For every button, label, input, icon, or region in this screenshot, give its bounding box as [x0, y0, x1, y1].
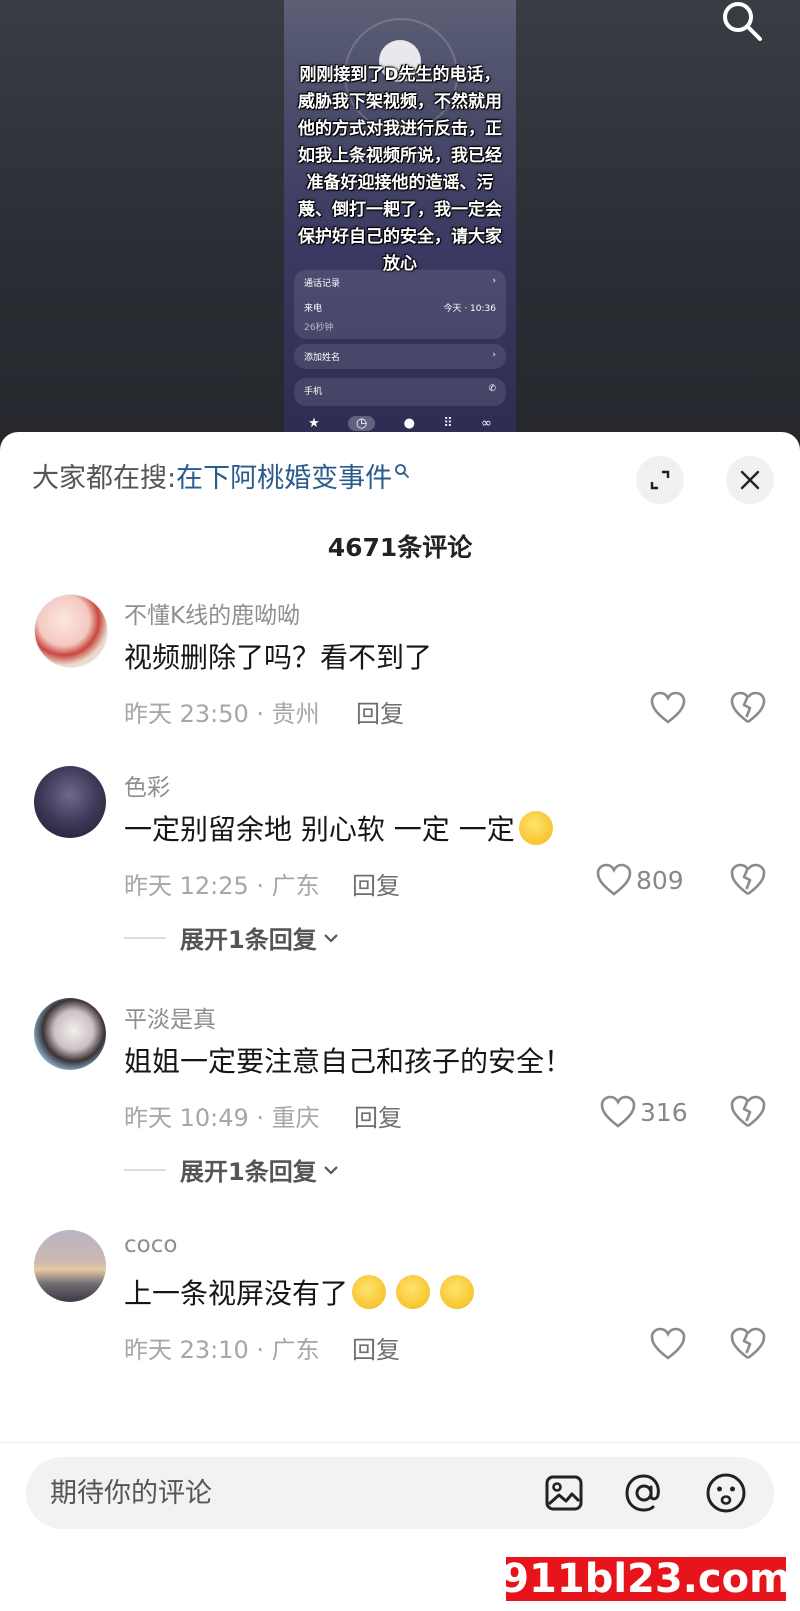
dislike-heart-icon[interactable] — [730, 690, 766, 726]
avatar[interactable] — [34, 1230, 106, 1302]
like-count: 809 — [636, 865, 684, 895]
expand-replies-label: 展开1条回复 — [180, 926, 317, 954]
comment-text: 上一条视屏没有了 — [124, 1272, 475, 1312]
shocked-emoji-icon — [396, 1275, 431, 1309]
video-caption: 刚刚接到了D先生的电话，威胁我下架视频，不然就用他的方式对我进行反击，正如我上条… — [298, 65, 502, 274]
avatar[interactable] — [34, 766, 106, 838]
smile-emoji-icon — [518, 811, 553, 845]
comment-text: 视频删除了吗？看不到了 — [124, 641, 433, 674]
keypad-icon: ⠿ — [443, 415, 453, 431]
reply-button[interactable]: 回复 — [354, 1098, 402, 1133]
trending-search[interactable]: 大家都在搜: 在下阿桃婚变事件 — [32, 456, 410, 495]
comment-username[interactable]: 平淡是真 — [124, 1000, 216, 1034]
like-count: 316 — [640, 1097, 688, 1127]
watermark: 911bl23.com — [501, 1556, 791, 1602]
image-icon[interactable] — [542, 1471, 586, 1515]
at-icon[interactable] — [622, 1471, 666, 1515]
video-frame: 刚刚接到了D先生的电话，威胁我下架视频，不然就用他的方式对我进行反击，正如我上条… — [284, 0, 516, 440]
trending-search-link[interactable]: 在下阿桃婚变事件 — [176, 456, 392, 495]
call-log-card: 通话记录 › 来电 今天 · 10:36 26秒钟 — [294, 270, 506, 339]
search-icon — [395, 463, 410, 478]
comment-meta: 昨天 12:25 · 广东 — [124, 872, 320, 900]
heart-icon — [600, 1095, 636, 1128]
comment-count: 4671条评论 — [327, 533, 473, 562]
like-button[interactable] — [650, 688, 686, 728]
reply-button[interactable]: 回复 — [352, 1330, 400, 1365]
chevron-down-icon — [323, 933, 338, 943]
call-time: 今天 · 10:36 — [443, 304, 496, 314]
comment-meta: 昨天 23:50 · 贵州 — [124, 700, 320, 728]
call-duration: 26秒钟 — [304, 323, 334, 333]
emoji-icon[interactable] — [704, 1471, 748, 1515]
comment-text: 姐姐一定要注意自己和孩子的安全！ — [124, 1045, 573, 1078]
shocked-emoji-icon — [440, 1275, 475, 1309]
call-log-label: 通话记录 — [304, 279, 341, 289]
phone-label: 手机 — [304, 387, 323, 397]
search-icon[interactable] — [718, 0, 766, 48]
comment-meta: 昨天 23:10 · 广东 — [124, 1336, 320, 1364]
close-icon — [740, 470, 760, 490]
dislike-heart-icon[interactable] — [730, 1094, 766, 1130]
voicemail-icon: ∞ — [481, 415, 492, 431]
divider — [124, 936, 166, 939]
close-button[interactable] — [726, 456, 774, 504]
reply-button[interactable]: 回复 — [356, 694, 404, 729]
expand-replies-button[interactable]: 展开1条回复 — [124, 1152, 339, 1187]
chevron-down-icon — [323, 1165, 338, 1175]
star-icon: ★ — [308, 415, 320, 431]
comment-username[interactable]: coco — [124, 1232, 177, 1258]
avatar[interactable] — [34, 594, 108, 668]
comment-sheet: 大家都在搜: 在下阿桃婚变事件 4671条评论 不懂K线的鹿呦呦 视频删除了吗？… — [0, 432, 800, 1610]
dislike-heart-icon[interactable] — [730, 862, 766, 898]
contact-icon: ● — [403, 415, 415, 431]
chevron-right-icon: › — [492, 276, 496, 286]
like-button[interactable]: 809 — [596, 860, 684, 900]
expand-icon — [650, 470, 670, 490]
like-button[interactable]: 316 — [600, 1092, 688, 1132]
comment-text: 一定别留余地 别心软 一定 一定 — [124, 808, 553, 848]
add-name-card: 添加姓名 › — [294, 344, 506, 369]
chevron-right-icon: › — [492, 350, 496, 360]
comment-input-bar: 911bl23.com — [0, 1442, 800, 1611]
divider — [124, 1168, 166, 1171]
heart-icon — [650, 691, 686, 724]
comment-meta: 昨天 10:49 · 重庆 — [124, 1104, 320, 1132]
expand-replies-button[interactable]: 展开1条回复 — [124, 920, 339, 955]
comment-username[interactable]: 色彩 — [124, 768, 170, 802]
trending-search-label: 大家都在搜: — [32, 463, 177, 494]
video-player[interactable]: 刚刚接到了D先生的电话，威胁我下架视频，不然就用他的方式对我进行反击，正如我上条… — [0, 0, 800, 450]
reply-button[interactable]: 回复 — [352, 866, 400, 901]
expand-button[interactable] — [636, 456, 684, 504]
phone-icon: ✆ — [488, 384, 496, 394]
heart-icon — [596, 863, 632, 896]
heart-icon — [650, 1327, 686, 1360]
expand-replies-label: 展开1条回复 — [180, 1158, 317, 1186]
comment-text-content: 上一条视屏没有了 — [124, 1277, 349, 1310]
phone-number-card: 手机 ✆ — [294, 378, 506, 406]
comment-text-content: 一定别留余地 别心软 一定 一定 — [124, 813, 515, 846]
dislike-heart-icon[interactable] — [730, 1326, 766, 1362]
like-button[interactable] — [650, 1324, 686, 1364]
clock-icon: ◷ — [348, 415, 376, 431]
avatar[interactable] — [34, 998, 106, 1070]
add-name-label: 添加姓名 — [304, 353, 341, 363]
shocked-emoji-icon — [352, 1275, 387, 1309]
call-type: 来电 — [304, 304, 323, 314]
comment-username[interactable]: 不懂K线的鹿呦呦 — [124, 596, 300, 630]
